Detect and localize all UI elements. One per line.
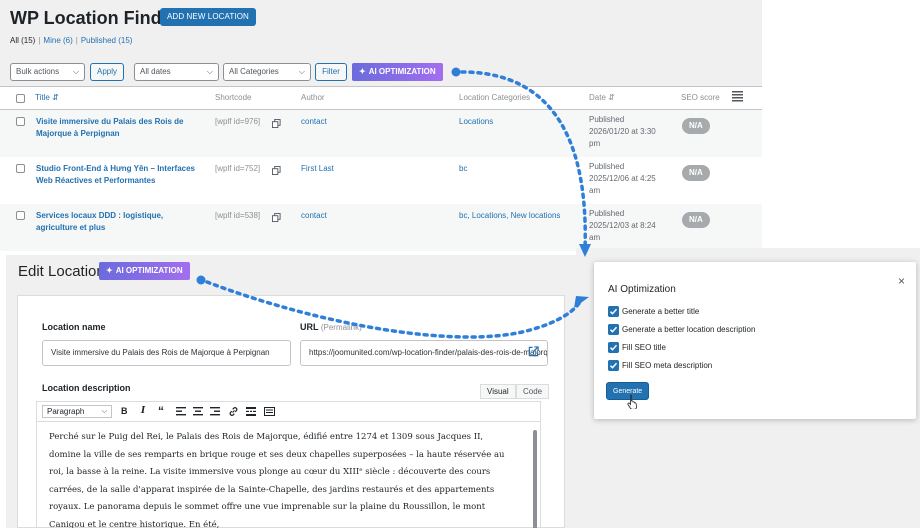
column-shortcode: Shortcode — [215, 93, 252, 102]
column-categories: Location Categories — [459, 93, 531, 102]
row-author[interactable]: contact — [301, 210, 327, 222]
table-header: Title ⇵ Shortcode Author Location Catego… — [0, 86, 762, 110]
columns-menu-icon[interactable] — [732, 90, 743, 104]
add-new-location-button[interactable]: ADD NEW LOCATION — [160, 8, 256, 26]
row-title-link[interactable]: Studio Front-End à Hưng Yên – Interfaces… — [36, 163, 201, 187]
chevron-down-icon: ⌵ — [298, 67, 305, 76]
copy-icon[interactable] — [272, 213, 281, 222]
sparkle-icon: ✦ — [359, 67, 366, 76]
row-shortcode: [wplf id=538] — [215, 211, 261, 220]
chevron-down-icon: ⌵ — [101, 408, 107, 415]
filter-published[interactable]: Published (15) — [81, 36, 133, 45]
table-row: Services locaux DDD : logistique, agricu… — [0, 204, 762, 251]
row-date: 2025/12/03 at 8:24 am — [589, 221, 656, 242]
column-date[interactable]: Date ⇵ — [589, 93, 615, 102]
row-author[interactable]: First Last — [301, 163, 334, 175]
chevron-down-icon: ⌵ — [206, 67, 213, 76]
status-filters: All (15) | Mine (6) | Published (15) — [10, 36, 133, 45]
copy-icon[interactable] — [272, 166, 281, 175]
seo-score-badge: N/A — [682, 165, 710, 181]
table-row: Studio Front-End à Hưng Yên – Interfaces… — [0, 157, 762, 204]
row-checkbox[interactable] — [16, 211, 25, 220]
checkbox-checked-icon[interactable] — [608, 324, 619, 335]
edit-location-screen: Edit Location ✦ AI OPTIMIZATION Location … — [6, 255, 576, 528]
seo-score-badge: N/A — [682, 118, 710, 134]
locations-list-screen: WP Location Finder ADD NEW LOCATION All … — [0, 0, 762, 251]
editor-toolbar: Paragraph ⌵ B I “ — [37, 402, 540, 422]
blockquote-icon[interactable]: “ — [158, 404, 164, 418]
filter-button[interactable]: Filter — [315, 63, 347, 81]
filter-all[interactable]: All (15) — [10, 36, 35, 45]
ai-optimization-modal: AI Optimization × Generate a better titl… — [594, 262, 916, 419]
description-content[interactable]: Perché sur le Puig del Rei, le Palais de… — [37, 423, 527, 528]
ai-optimization-button[interactable]: ✦ AI OPTIMIZATION — [99, 262, 190, 280]
close-icon[interactable]: × — [898, 274, 905, 288]
location-name-label: Location name — [42, 322, 106, 332]
chevron-down-icon: ⌵ — [72, 67, 79, 76]
bold-icon[interactable]: B — [121, 406, 128, 416]
categories-select[interactable]: All Categories ⌵ — [223, 63, 311, 81]
checkbox-checked-icon[interactable] — [608, 360, 619, 371]
checkbox-checked-icon[interactable] — [608, 306, 619, 317]
read-more-icon[interactable] — [246, 407, 256, 416]
dates-select[interactable]: All dates ⌵ — [134, 63, 219, 81]
column-title[interactable]: Title ⇵ — [35, 93, 59, 102]
url-label: URL (Permalink) — [300, 322, 362, 332]
row-shortcode: [wplf id=976] — [215, 117, 261, 126]
toolbar-toggle-icon[interactable] — [264, 407, 275, 416]
modal-title: AI Optimization — [608, 284, 676, 295]
row-checkbox[interactable] — [16, 117, 25, 126]
hand-cursor-icon — [627, 394, 637, 409]
row-title-link[interactable]: Services locaux DDD : logistique, agricu… — [36, 210, 201, 234]
editor-scrollbar[interactable] — [533, 430, 537, 528]
row-categories[interactable]: bc — [459, 163, 467, 175]
link-icon[interactable] — [228, 406, 239, 417]
location-description-label: Location description — [42, 383, 131, 393]
sparkle-icon: ✦ — [106, 266, 113, 275]
external-link-icon[interactable] — [528, 346, 539, 357]
row-categories[interactable]: bc, Locations, New locations — [459, 210, 560, 222]
url-input[interactable]: https://joomunited.com/wp-location-finde… — [300, 340, 548, 366]
seo-score-badge: N/A — [682, 212, 710, 228]
apply-button[interactable]: Apply — [90, 63, 124, 81]
row-date: 2025/12/06 at 4:25 am — [589, 174, 656, 195]
description-editor: Paragraph ⌵ B I “ Perché sur le Puig del… — [36, 401, 541, 528]
align-left-icon[interactable] — [176, 407, 186, 416]
tab-visual[interactable]: Visual — [480, 384, 516, 399]
table-row: Visite immersive du Palais des Rois de M… — [0, 110, 762, 157]
italic-icon[interactable]: I — [141, 406, 145, 416]
column-author: Author — [301, 93, 325, 102]
ai-optimization-button[interactable]: ✦ AI OPTIMIZATION — [352, 63, 443, 81]
column-seo-score: SEO score — [681, 93, 720, 102]
row-shortcode: [wplf id=752] — [215, 164, 261, 173]
row-author[interactable]: contact — [301, 116, 327, 128]
align-right-icon[interactable] — [210, 407, 220, 416]
edit-page-title: Edit Location — [18, 263, 105, 280]
select-all-checkbox[interactable] — [16, 94, 25, 103]
page-title: WP Location Finder — [10, 8, 179, 28]
row-status: Published — [589, 209, 625, 218]
tab-code[interactable]: Code — [516, 384, 550, 399]
bulk-actions-select[interactable]: Bulk actions ⌵ — [10, 63, 85, 81]
location-name-input[interactable]: Visite immersive du Palais des Rois de M… — [42, 340, 291, 366]
sort-icon: ⇵ — [608, 93, 615, 102]
row-date: 2026/01/20 at 3:30 pm — [589, 127, 656, 148]
filter-mine[interactable]: Mine (6) — [43, 36, 72, 45]
format-select[interactable]: Paragraph ⌵ — [42, 405, 112, 418]
align-center-icon[interactable] — [193, 407, 203, 416]
row-title-link[interactable]: Visite immersive du Palais des Rois de M… — [36, 116, 201, 140]
sort-icon: ⇵ — [52, 93, 59, 102]
row-status: Published — [589, 162, 625, 171]
row-categories[interactable]: Locations — [459, 116, 493, 128]
copy-icon[interactable] — [272, 119, 281, 128]
row-checkbox[interactable] — [16, 164, 25, 173]
checkbox-checked-icon[interactable] — [608, 342, 619, 353]
row-status: Published — [589, 115, 625, 124]
